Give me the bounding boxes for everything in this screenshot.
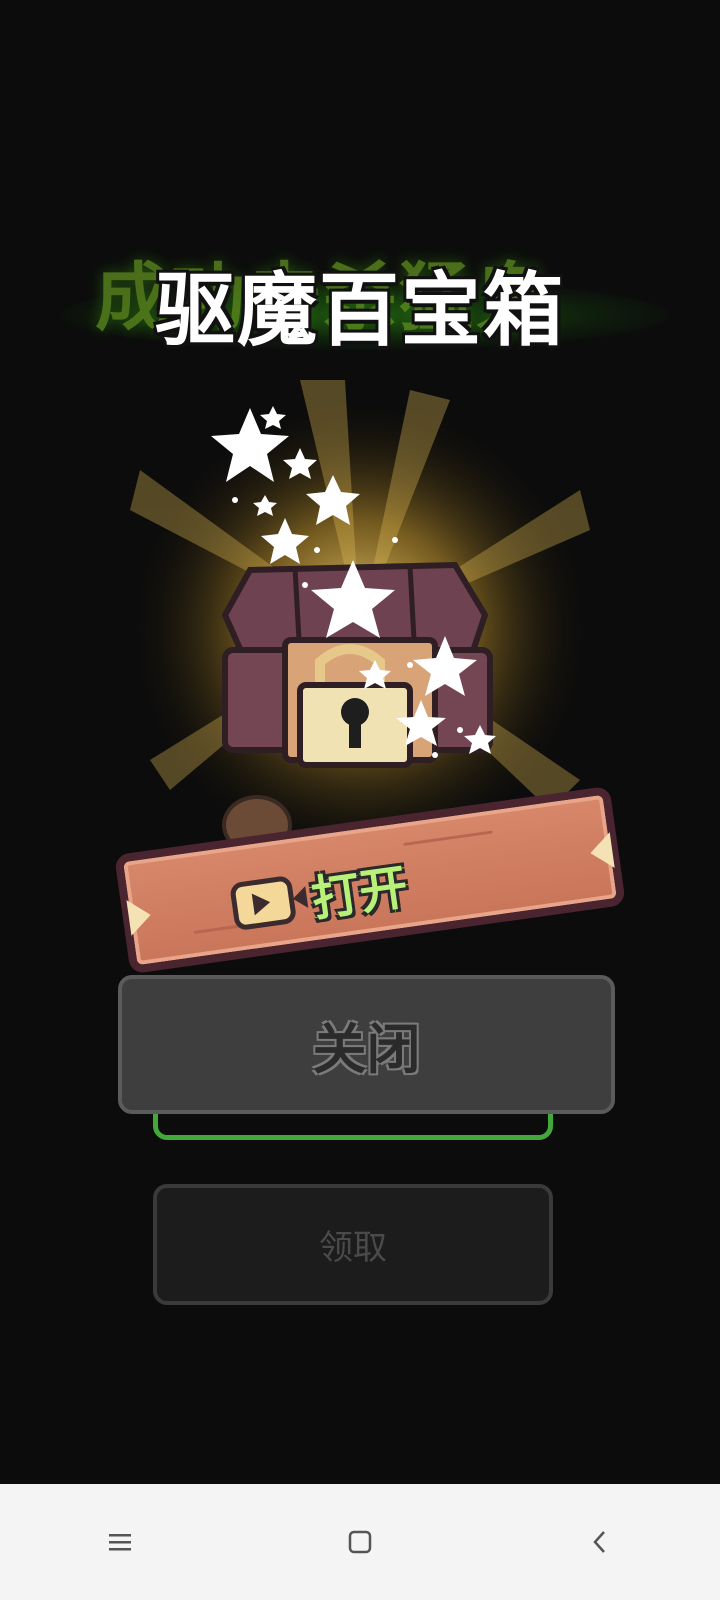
treasure-chest-icon xyxy=(211,406,496,768)
play-icon xyxy=(251,891,272,916)
video-ad-icon xyxy=(229,875,309,932)
system-navigation-bar xyxy=(0,1484,720,1600)
back-chevron-icon[interactable] xyxy=(570,1512,630,1572)
claim-button-label: 领取 xyxy=(319,1228,387,1268)
claim-button[interactable]: 领取 xyxy=(153,1184,553,1305)
banner-notch-right xyxy=(587,832,615,871)
open-button-label: 打开 xyxy=(308,859,412,928)
close-button[interactable]: 关闭 xyxy=(118,975,615,1114)
game-screen: 成功击杀猛鬼 驱魔百宝箱 打开 关闭 领取 xyxy=(0,0,720,1600)
close-button-label: 关闭 xyxy=(312,1018,421,1081)
menu-icon[interactable] xyxy=(90,1512,150,1572)
dialog-title: 驱魔百宝箱 xyxy=(155,264,565,357)
camera-lens-icon xyxy=(291,886,309,910)
banner-notch-left xyxy=(126,897,154,936)
wood-grain xyxy=(403,830,493,846)
home-square-icon[interactable] xyxy=(330,1512,390,1572)
